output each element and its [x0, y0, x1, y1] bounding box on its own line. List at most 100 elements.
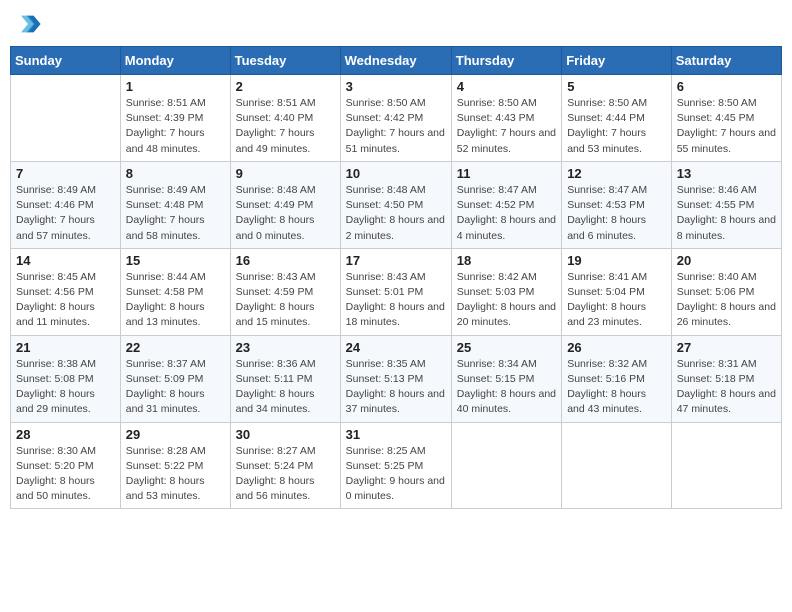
day-number: 21: [16, 340, 115, 355]
calendar-table: SundayMondayTuesdayWednesdayThursdayFrid…: [10, 46, 782, 509]
day-info: Sunrise: 8:32 AMSunset: 5:16 PMDaylight:…: [567, 357, 666, 418]
day-info: Sunrise: 8:45 AMSunset: 4:56 PMDaylight:…: [16, 270, 115, 331]
calendar-cell: 2 Sunrise: 8:51 AMSunset: 4:40 PMDaylight…: [230, 75, 340, 162]
day-info: Sunrise: 8:50 AMSunset: 4:44 PMDaylight:…: [567, 96, 666, 157]
day-info: Sunrise: 8:34 AMSunset: 5:15 PMDaylight:…: [457, 357, 556, 418]
day-number: 8: [126, 166, 225, 181]
day-info: Sunrise: 8:43 AMSunset: 4:59 PMDaylight:…: [236, 270, 335, 331]
day-number: 24: [346, 340, 446, 355]
day-number: 18: [457, 253, 556, 268]
day-info: Sunrise: 8:47 AMSunset: 4:52 PMDaylight:…: [457, 183, 556, 244]
calendar-cell: 29Sunrise: 8:28 AMSunset: 5:22 PMDayligh…: [120, 422, 230, 509]
day-info: Sunrise: 8:46 AMSunset: 4:55 PMDaylight:…: [677, 183, 776, 244]
day-info: Sunrise: 8:35 AMSunset: 5:13 PMDaylight:…: [346, 357, 446, 418]
day-number: 20: [677, 253, 776, 268]
header: [10, 10, 782, 38]
day-info: Sunrise: 8:43 AMSunset: 5:01 PMDaylight:…: [346, 270, 446, 331]
day-number: 6: [677, 79, 776, 94]
day-number: 15: [126, 253, 225, 268]
day-info: Sunrise: 8:38 AMSunset: 5:08 PMDaylight:…: [16, 357, 115, 418]
day-number: 13: [677, 166, 776, 181]
day-number: 11: [457, 166, 556, 181]
calendar-cell: 18Sunrise: 8:42 AMSunset: 5:03 PMDayligh…: [451, 248, 561, 335]
calendar-cell: 4 Sunrise: 8:50 AMSunset: 4:43 PMDaylight…: [451, 75, 561, 162]
calendar-cell: 11 Sunrise: 8:47 AMSunset: 4:52 PMDayligh…: [451, 161, 561, 248]
calendar-cell: 6 Sunrise: 8:50 AMSunset: 4:45 PMDaylight…: [671, 75, 781, 162]
day-number: 16: [236, 253, 335, 268]
calendar-cell: 8 Sunrise: 8:49 AMSunset: 4:48 PMDaylight…: [120, 161, 230, 248]
calendar-cell: 14 Sunrise: 8:45 AMSunset: 4:56 PMDayligh…: [11, 248, 121, 335]
calendar-cell: 9 Sunrise: 8:48 AMSunset: 4:49 PMDaylight…: [230, 161, 340, 248]
day-info: Sunrise: 8:51 AMSunset: 4:39 PMDaylight:…: [126, 96, 225, 157]
day-number: 7: [16, 166, 115, 181]
calendar-cell: 22 Sunrise: 8:37 AMSunset: 5:09 PMDayligh…: [120, 335, 230, 422]
weekday-thursday: Thursday: [451, 47, 561, 75]
day-info: Sunrise: 8:50 AMSunset: 4:43 PMDaylight:…: [457, 96, 556, 157]
day-number: 25: [457, 340, 556, 355]
day-number: 1: [126, 79, 225, 94]
logo: [14, 10, 46, 38]
calendar-cell: 24 Sunrise: 8:35 AMSunset: 5:13 PMDayligh…: [340, 335, 451, 422]
day-info: Sunrise: 8:40 AMSunset: 5:06 PMDaylight:…: [677, 270, 776, 331]
calendar-cell: 19 Sunrise: 8:41 AMSunset: 5:04 PMDayligh…: [562, 248, 672, 335]
day-info: Sunrise: 8:51 AMSunset: 4:40 PMDaylight:…: [236, 96, 335, 157]
week-row-5: 28 Sunrise: 8:30 AMSunset: 5:20 PMDayligh…: [11, 422, 782, 509]
day-number: 28: [16, 427, 115, 442]
calendar-cell: 12Sunrise: 8:47 AMSunset: 4:53 PMDayligh…: [562, 161, 672, 248]
day-number: 2: [236, 79, 335, 94]
day-info: Sunrise: 8:50 AMSunset: 4:45 PMDaylight:…: [677, 96, 776, 157]
day-number: 4: [457, 79, 556, 94]
calendar-body: 1 Sunrise: 8:51 AMSunset: 4:39 PMDaylight…: [11, 75, 782, 509]
calendar-cell: 10 Sunrise: 8:48 AMSunset: 4:50 PMDayligh…: [340, 161, 451, 248]
day-number: 27: [677, 340, 776, 355]
day-number: 22: [126, 340, 225, 355]
calendar-cell: 20 Sunrise: 8:40 AMSunset: 5:06 PMDayligh…: [671, 248, 781, 335]
calendar-cell: 31 Sunrise: 8:25 AMSunset: 5:25 PMDayligh…: [340, 422, 451, 509]
calendar-cell: [451, 422, 561, 509]
calendar-cell: 5 Sunrise: 8:50 AMSunset: 4:44 PMDaylight…: [562, 75, 672, 162]
calendar-cell: [562, 422, 672, 509]
calendar-cell: [671, 422, 781, 509]
day-number: 14: [16, 253, 115, 268]
calendar-cell: 7 Sunrise: 8:49 AMSunset: 4:46 PMDaylight…: [11, 161, 121, 248]
week-row-2: 7 Sunrise: 8:49 AMSunset: 4:46 PMDaylight…: [11, 161, 782, 248]
day-info: Sunrise: 8:49 AMSunset: 4:46 PMDaylight:…: [16, 183, 115, 244]
logo-icon: [14, 10, 42, 38]
day-number: 30: [236, 427, 335, 442]
day-info: Sunrise: 8:28 AMSunset: 5:22 PMDaylight:…: [126, 444, 225, 505]
weekday-header-row: SundayMondayTuesdayWednesdayThursdayFrid…: [11, 47, 782, 75]
calendar-cell: 16 Sunrise: 8:43 AMSunset: 4:59 PMDayligh…: [230, 248, 340, 335]
day-number: 19: [567, 253, 666, 268]
calendar-cell: 23Sunrise: 8:36 AMSunset: 5:11 PMDayligh…: [230, 335, 340, 422]
calendar-cell: 30 Sunrise: 8:27 AMSunset: 5:24 PMDayligh…: [230, 422, 340, 509]
weekday-monday: Monday: [120, 47, 230, 75]
day-number: 31: [346, 427, 446, 442]
day-info: Sunrise: 8:36 AMSunset: 5:11 PMDaylight:…: [236, 357, 335, 418]
day-number: 5: [567, 79, 666, 94]
calendar-cell: 26Sunrise: 8:32 AMSunset: 5:16 PMDayligh…: [562, 335, 672, 422]
day-info: Sunrise: 8:50 AMSunset: 4:42 PMDaylight:…: [346, 96, 446, 157]
day-info: Sunrise: 8:41 AMSunset: 5:04 PMDaylight:…: [567, 270, 666, 331]
day-info: Sunrise: 8:30 AMSunset: 5:20 PMDaylight:…: [16, 444, 115, 505]
day-number: 9: [236, 166, 335, 181]
day-info: Sunrise: 8:48 AMSunset: 4:49 PMDaylight:…: [236, 183, 335, 244]
week-row-1: 1 Sunrise: 8:51 AMSunset: 4:39 PMDaylight…: [11, 75, 782, 162]
day-info: Sunrise: 8:48 AMSunset: 4:50 PMDaylight:…: [346, 183, 446, 244]
weekday-friday: Friday: [562, 47, 672, 75]
day-number: 10: [346, 166, 446, 181]
calendar-cell: 15 Sunrise: 8:44 AMSunset: 4:58 PMDayligh…: [120, 248, 230, 335]
day-info: Sunrise: 8:44 AMSunset: 4:58 PMDaylight:…: [126, 270, 225, 331]
day-info: Sunrise: 8:37 AMSunset: 5:09 PMDaylight:…: [126, 357, 225, 418]
weekday-sunday: Sunday: [11, 47, 121, 75]
weekday-tuesday: Tuesday: [230, 47, 340, 75]
day-info: Sunrise: 8:49 AMSunset: 4:48 PMDaylight:…: [126, 183, 225, 244]
day-number: 12: [567, 166, 666, 181]
calendar-cell: 21 Sunrise: 8:38 AMSunset: 5:08 PMDayligh…: [11, 335, 121, 422]
day-info: Sunrise: 8:25 AMSunset: 5:25 PMDaylight:…: [346, 444, 446, 505]
calendar-cell: 3Sunrise: 8:50 AMSunset: 4:42 PMDaylight…: [340, 75, 451, 162]
calendar-cell: 1 Sunrise: 8:51 AMSunset: 4:39 PMDaylight…: [120, 75, 230, 162]
day-number: 17: [346, 253, 446, 268]
day-info: Sunrise: 8:27 AMSunset: 5:24 PMDaylight:…: [236, 444, 335, 505]
calendar-cell: 27 Sunrise: 8:31 AMSunset: 5:18 PMDayligh…: [671, 335, 781, 422]
day-info: Sunrise: 8:31 AMSunset: 5:18 PMDaylight:…: [677, 357, 776, 418]
